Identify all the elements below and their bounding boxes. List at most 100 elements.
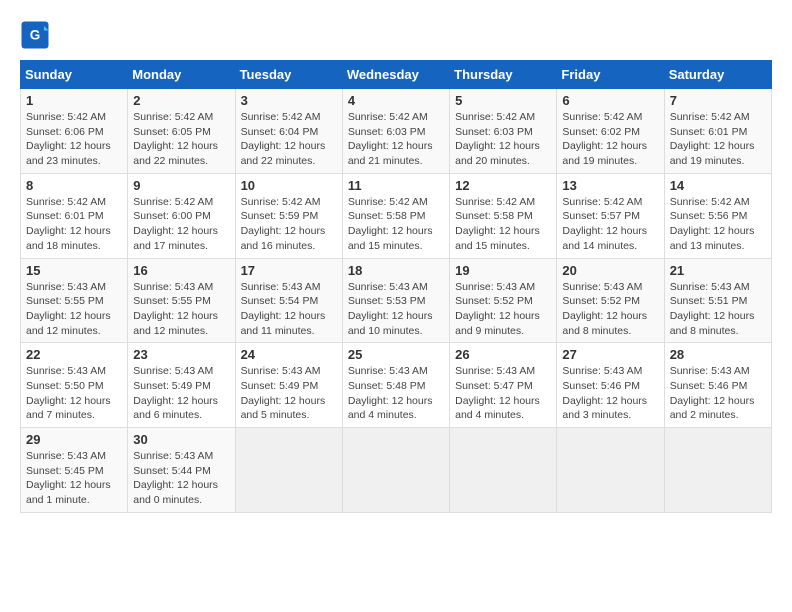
day-detail: Sunrise: 5:43 AM Sunset: 5:49 PM Dayligh…: [133, 364, 229, 423]
day-detail: Sunrise: 5:43 AM Sunset: 5:44 PM Dayligh…: [133, 449, 229, 508]
day-number: 28: [670, 347, 766, 362]
day-detail: Sunrise: 5:43 AM Sunset: 5:45 PM Dayligh…: [26, 449, 122, 508]
day-number: 15: [26, 263, 122, 278]
calendar-cell: [342, 428, 449, 513]
page-header: G: [20, 20, 772, 50]
calendar-cell: 9 Sunrise: 5:42 AM Sunset: 6:00 PM Daylig…: [128, 173, 235, 258]
calendar-cell: 11Sunrise: 5:42 AM Sunset: 5:58 PM Dayli…: [342, 173, 449, 258]
calendar-cell: 30 Sunrise: 5:43 AM Sunset: 5:44 PM Dayli…: [128, 428, 235, 513]
day-number: 6: [562, 93, 658, 108]
calendar-cell: [557, 428, 664, 513]
day-number: 8: [26, 178, 122, 193]
day-detail: Sunrise: 5:42 AM Sunset: 6:03 PM Dayligh…: [348, 110, 444, 169]
calendar-cell: 18 Sunrise: 5:43 AM Sunset: 5:53 PM Dayli…: [342, 258, 449, 343]
calendar-cell: 27Sunrise: 5:43 AM Sunset: 5:46 PM Dayli…: [557, 343, 664, 428]
day-detail: Sunrise: 5:43 AM Sunset: 5:48 PM Dayligh…: [348, 364, 444, 423]
calendar-cell: 17 Sunrise: 5:43 AM Sunset: 5:54 PM Dayli…: [235, 258, 342, 343]
day-number: 21: [670, 263, 766, 278]
calendar-cell: 24Sunrise: 5:43 AM Sunset: 5:49 PM Dayli…: [235, 343, 342, 428]
svg-text:G: G: [30, 28, 41, 43]
calendar-cell: 19 Sunrise: 5:43 AM Sunset: 5:52 PM Dayli…: [450, 258, 557, 343]
calendar-cell: 3 Sunrise: 5:42 AM Sunset: 6:04 PM Daylig…: [235, 89, 342, 174]
week-row-3: 15 Sunrise: 5:43 AM Sunset: 5:55 PM Dayli…: [21, 258, 772, 343]
day-number: 20: [562, 263, 658, 278]
day-detail: Sunrise: 5:43 AM Sunset: 5:47 PM Dayligh…: [455, 364, 551, 423]
day-detail: Sunrise: 5:43 AM Sunset: 5:52 PM Dayligh…: [562, 280, 658, 339]
day-number: 4: [348, 93, 444, 108]
week-row-1: 1Sunrise: 5:42 AM Sunset: 6:06 PM Daylig…: [21, 89, 772, 174]
day-detail: Sunrise: 5:42 AM Sunset: 6:01 PM Dayligh…: [670, 110, 766, 169]
calendar-cell: 5Sunrise: 5:42 AM Sunset: 6:03 PM Daylig…: [450, 89, 557, 174]
logo: G: [20, 20, 54, 50]
calendar-cell: 29 Sunrise: 5:43 AM Sunset: 5:45 PM Dayli…: [21, 428, 128, 513]
day-detail: Sunrise: 5:42 AM Sunset: 5:58 PM Dayligh…: [348, 195, 444, 254]
day-detail: Sunrise: 5:43 AM Sunset: 5:53 PM Dayligh…: [348, 280, 444, 339]
day-detail: Sunrise: 5:43 AM Sunset: 5:50 PM Dayligh…: [26, 364, 122, 423]
day-detail: Sunrise: 5:42 AM Sunset: 6:04 PM Dayligh…: [241, 110, 337, 169]
day-number: 29: [26, 432, 122, 447]
calendar-cell: 22 Sunrise: 5:43 AM Sunset: 5:50 PM Dayli…: [21, 343, 128, 428]
calendar-cell: 26 Sunrise: 5:43 AM Sunset: 5:47 PM Dayli…: [450, 343, 557, 428]
day-number: 12: [455, 178, 551, 193]
col-header-tuesday: Tuesday: [235, 61, 342, 89]
day-detail: Sunrise: 5:43 AM Sunset: 5:46 PM Dayligh…: [562, 364, 658, 423]
day-number: 19: [455, 263, 551, 278]
day-detail: Sunrise: 5:43 AM Sunset: 5:55 PM Dayligh…: [133, 280, 229, 339]
day-detail: Sunrise: 5:42 AM Sunset: 6:01 PM Dayligh…: [26, 195, 122, 254]
logo-icon: G: [20, 20, 50, 50]
day-detail: Sunrise: 5:43 AM Sunset: 5:51 PM Dayligh…: [670, 280, 766, 339]
day-number: 23: [133, 347, 229, 362]
calendar-cell: 4 Sunrise: 5:42 AM Sunset: 6:03 PM Daylig…: [342, 89, 449, 174]
calendar-cell: 15Sunrise: 5:43 AM Sunset: 5:55 PM Dayli…: [21, 258, 128, 343]
calendar-cell: [664, 428, 771, 513]
calendar-cell: 23 Sunrise: 5:43 AM Sunset: 5:49 PM Dayli…: [128, 343, 235, 428]
day-detail: Sunrise: 5:42 AM Sunset: 6:03 PM Dayligh…: [455, 110, 551, 169]
col-header-thursday: Thursday: [450, 61, 557, 89]
day-number: 25: [348, 347, 444, 362]
calendar-cell: [450, 428, 557, 513]
day-number: 18: [348, 263, 444, 278]
day-detail: Sunrise: 5:42 AM Sunset: 5:56 PM Dayligh…: [670, 195, 766, 254]
calendar-cell: 10 Sunrise: 5:42 AM Sunset: 5:59 PM Dayli…: [235, 173, 342, 258]
calendar-cell: 1Sunrise: 5:42 AM Sunset: 6:06 PM Daylig…: [21, 89, 128, 174]
day-number: 2: [133, 93, 229, 108]
day-detail: Sunrise: 5:42 AM Sunset: 5:58 PM Dayligh…: [455, 195, 551, 254]
day-number: 1: [26, 93, 122, 108]
calendar-cell: 25 Sunrise: 5:43 AM Sunset: 5:48 PM Dayli…: [342, 343, 449, 428]
day-number: 13: [562, 178, 658, 193]
calendar-cell: 7Sunrise: 5:42 AM Sunset: 6:01 PM Daylig…: [664, 89, 771, 174]
col-header-friday: Friday: [557, 61, 664, 89]
calendar-cell: 6 Sunrise: 5:42 AM Sunset: 6:02 PM Daylig…: [557, 89, 664, 174]
day-detail: Sunrise: 5:43 AM Sunset: 5:52 PM Dayligh…: [455, 280, 551, 339]
calendar-cell: 14 Sunrise: 5:42 AM Sunset: 5:56 PM Dayli…: [664, 173, 771, 258]
calendar-cell: 12 Sunrise: 5:42 AM Sunset: 5:58 PM Dayli…: [450, 173, 557, 258]
col-header-monday: Monday: [128, 61, 235, 89]
day-number: 26: [455, 347, 551, 362]
col-header-wednesday: Wednesday: [342, 61, 449, 89]
week-row-4: 22 Sunrise: 5:43 AM Sunset: 5:50 PM Dayli…: [21, 343, 772, 428]
day-detail: Sunrise: 5:43 AM Sunset: 5:46 PM Dayligh…: [670, 364, 766, 423]
day-number: 3: [241, 93, 337, 108]
day-detail: Sunrise: 5:42 AM Sunset: 6:00 PM Dayligh…: [133, 195, 229, 254]
calendar-cell: 28 Sunrise: 5:43 AM Sunset: 5:46 PM Dayli…: [664, 343, 771, 428]
day-number: 10: [241, 178, 337, 193]
day-number: 9: [133, 178, 229, 193]
calendar-cell: 16 Sunrise: 5:43 AM Sunset: 5:55 PM Dayli…: [128, 258, 235, 343]
calendar-cell: 8 Sunrise: 5:42 AM Sunset: 6:01 PM Daylig…: [21, 173, 128, 258]
col-header-saturday: Saturday: [664, 61, 771, 89]
calendar-cell: 21 Sunrise: 5:43 AM Sunset: 5:51 PM Dayli…: [664, 258, 771, 343]
day-number: 17: [241, 263, 337, 278]
day-detail: Sunrise: 5:42 AM Sunset: 5:59 PM Dayligh…: [241, 195, 337, 254]
day-detail: Sunrise: 5:42 AM Sunset: 6:02 PM Dayligh…: [562, 110, 658, 169]
calendar-table: SundayMondayTuesdayWednesdayThursdayFrid…: [20, 60, 772, 513]
week-row-5: 29 Sunrise: 5:43 AM Sunset: 5:45 PM Dayli…: [21, 428, 772, 513]
day-number: 16: [133, 263, 229, 278]
week-row-2: 8 Sunrise: 5:42 AM Sunset: 6:01 PM Daylig…: [21, 173, 772, 258]
day-number: 22: [26, 347, 122, 362]
day-number: 14: [670, 178, 766, 193]
day-detail: Sunrise: 5:43 AM Sunset: 5:54 PM Dayligh…: [241, 280, 337, 339]
day-number: 24: [241, 347, 337, 362]
calendar-cell: 13Sunrise: 5:42 AM Sunset: 5:57 PM Dayli…: [557, 173, 664, 258]
day-number: 30: [133, 432, 229, 447]
header-row: SundayMondayTuesdayWednesdayThursdayFrid…: [21, 61, 772, 89]
